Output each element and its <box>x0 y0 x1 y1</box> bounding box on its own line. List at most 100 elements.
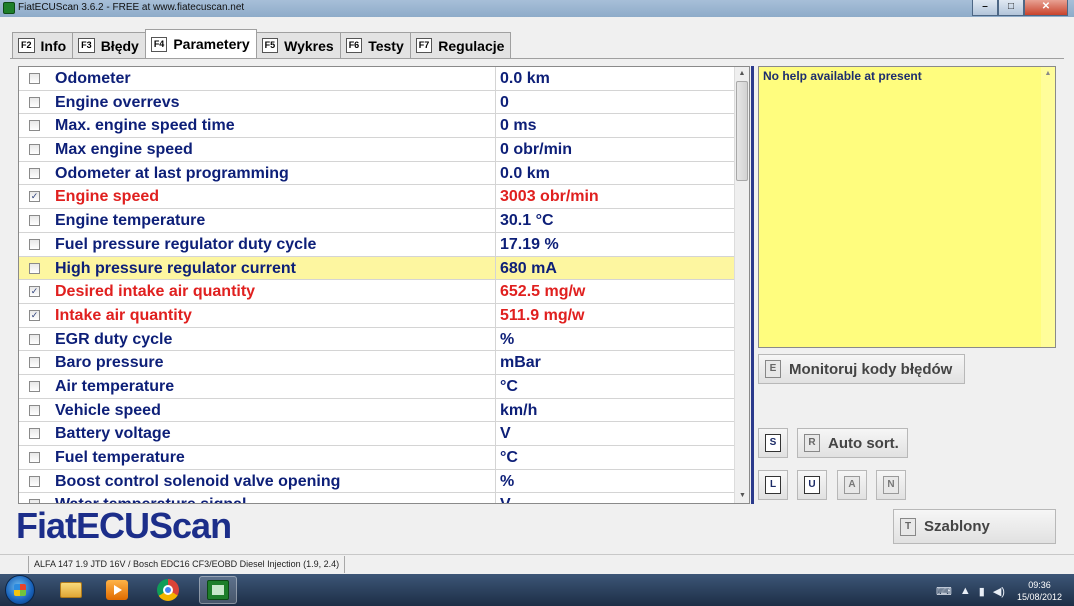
parameter-checkbox[interactable] <box>29 120 40 132</box>
parameter-checkbox[interactable] <box>29 238 40 250</box>
help-text: No help available at present <box>763 69 922 83</box>
a-button[interactable]: A <box>837 470 867 500</box>
minimize-button[interactable]: – <box>972 0 998 16</box>
app-icon <box>3 2 15 14</box>
s-button[interactable]: S <box>758 428 788 458</box>
parameter-checkbox[interactable]: ✓ <box>29 286 40 298</box>
monitor-error-codes-button[interactable]: E Monitoruj kody błędów <box>758 354 965 384</box>
parameter-row[interactable]: Air temperature °C <box>19 374 749 399</box>
parameter-row[interactable]: Engine temperature 30.1 °C <box>19 209 749 233</box>
parameter-name: Engine overrevs <box>55 93 180 111</box>
parameter-row[interactable]: ✓ Desired intake air quantity 652.5 mg/w <box>19 280 749 304</box>
tab-info[interactable]: F2 Info <box>12 32 74 58</box>
parameter-row[interactable]: Odometer at last programming 0.0 km <box>19 161 749 186</box>
parameter-row[interactable]: Baro pressure mBar <box>19 351 749 375</box>
parameter-name: Engine temperature <box>55 212 206 230</box>
key-hint: L <box>765 476 781 494</box>
u-button[interactable]: U <box>797 470 827 500</box>
parameter-name: Desired intake air quantity <box>55 283 256 301</box>
parameter-name: Water temperature signal <box>55 496 246 503</box>
help-box: No help available at present ▲ <box>758 66 1056 348</box>
parameter-checkbox[interactable] <box>29 452 40 463</box>
tab-tests[interactable]: F6 Testy <box>339 32 411 58</box>
window-controls: – □ ✕ <box>972 0 1068 16</box>
parameter-checkbox[interactable] <box>29 475 40 487</box>
system-tray: ⌨ ▲ ▮ ◀) 09:36 15/08/2012 <box>936 578 1062 604</box>
parameter-value: 652.5 mg/w <box>500 283 586 301</box>
parameter-row[interactable]: Max. engine speed time 0 ms <box>19 114 749 139</box>
parameter-checkbox[interactable]: ✓ <box>29 309 40 321</box>
parameter-checkbox[interactable] <box>29 404 40 416</box>
parameter-checkbox[interactable] <box>29 215 40 227</box>
tab-key: F6 <box>345 38 363 53</box>
parameter-checkbox[interactable] <box>29 499 40 503</box>
parameter-row[interactable]: Boost control solenoid valve opening % <box>19 469 749 494</box>
fiatecuscan-icon[interactable] <box>199 576 237 604</box>
parameter-checkbox[interactable] <box>29 380 40 392</box>
l-button[interactable]: L <box>758 470 788 500</box>
scroll-thumb[interactable] <box>736 81 748 181</box>
list-scrollbar[interactable]: ▲ ▼ <box>734 67 749 503</box>
network-icon[interactable]: ▮ <box>979 585 985 598</box>
tab-graph[interactable]: F5 Wykres <box>255 32 341 58</box>
parameter-row[interactable]: Water temperature signal V <box>19 493 749 503</box>
parameter-row[interactable]: High pressure regulator current 680 mA <box>19 256 749 281</box>
parameter-checkbox[interactable] <box>29 333 40 345</box>
parameter-row[interactable]: ✓ Intake air quantity 511.9 mg/w <box>19 303 749 328</box>
parameter-name: Max. engine speed time <box>55 117 235 135</box>
column-separator <box>495 209 496 232</box>
tab-adjustments[interactable]: F7 Regulacje <box>409 32 512 58</box>
parameter-value: 0 obr/min <box>500 141 573 159</box>
parameter-row[interactable]: Max engine speed 0 obr/min <box>19 138 749 162</box>
templates-button[interactable]: T Szablony <box>893 509 1056 544</box>
parameter-checkbox[interactable] <box>29 144 40 156</box>
key-hint: S <box>765 434 781 452</box>
close-button[interactable]: ✕ <box>1024 0 1068 16</box>
column-separator <box>495 398 496 422</box>
parameter-row[interactable]: Fuel pressure regulator duty cycle 17.19 … <box>19 232 749 257</box>
tab-label: Info <box>40 37 67 54</box>
parameter-value: V <box>500 496 511 503</box>
parameter-row[interactable]: Battery voltage V <box>19 422 749 446</box>
parameter-checkbox[interactable] <box>29 428 40 440</box>
parameter-checkbox[interactable] <box>29 96 40 108</box>
parameter-name: Engine speed <box>55 188 160 206</box>
folder-icon[interactable] <box>52 576 90 604</box>
parameter-row[interactable]: EGR duty cycle % <box>19 327 749 352</box>
parameter-name: Odometer at last programming <box>55 164 289 182</box>
parameter-checkbox[interactable] <box>29 262 40 274</box>
parameter-row[interactable]: Vehicle speed km/h <box>19 398 749 423</box>
parameter-checkbox[interactable] <box>29 357 40 369</box>
parameter-row[interactable]: ✓ Engine speed 3003 obr/min <box>19 185 749 210</box>
parameter-list[interactable]: Odometer 0.0 km Engine overrevs 0 Max. engin… <box>18 66 750 504</box>
help-scrollbar[interactable]: ▲ <box>1041 67 1055 347</box>
tab-parameters[interactable]: F4 Parametery <box>144 29 257 58</box>
show-hidden-icons-icon[interactable]: ▲ <box>960 585 971 597</box>
parameter-name: Battery voltage <box>55 425 171 443</box>
media-player-icon[interactable] <box>98 576 136 604</box>
start-orb-icon[interactable] <box>5 575 35 605</box>
tab-errors[interactable]: F3 Błędy <box>72 32 146 58</box>
parameter-row[interactable]: Fuel temperature °C <box>19 446 749 470</box>
volume-icon[interactable]: ◀) <box>993 585 1005 598</box>
button-label: Auto sort. <box>828 434 899 452</box>
n-button[interactable]: N <box>876 470 906 500</box>
help-scroll-up-icon[interactable]: ▲ <box>1041 67 1055 81</box>
parameter-checkbox[interactable] <box>29 73 40 84</box>
parameter-row[interactable]: Odometer 0.0 km <box>19 67 749 91</box>
parameter-checkbox[interactable] <box>29 167 40 179</box>
scroll-down-arrow-icon[interactable]: ▼ <box>735 489 749 503</box>
chrome-icon[interactable] <box>149 576 187 604</box>
column-separator <box>495 280 496 303</box>
maximize-button[interactable]: □ <box>998 0 1024 16</box>
keyboard-icon[interactable]: ⌨ <box>936 585 952 598</box>
clock[interactable]: 09:36 15/08/2012 <box>1017 579 1062 603</box>
taskbar: ⌨ ▲ ▮ ◀) 09:36 15/08/2012 <box>0 574 1074 606</box>
parameter-row[interactable]: Engine overrevs 0 <box>19 90 749 115</box>
parameter-checkbox[interactable]: ✓ <box>29 191 40 203</box>
scroll-up-arrow-icon[interactable]: ▲ <box>735 67 749 81</box>
auto-sort-button[interactable]: R Auto sort. <box>797 428 908 458</box>
panel-divider[interactable] <box>751 66 754 504</box>
tab-bar: F2 Info F3 Błędy F4 Parametery F5 Wykres… <box>12 29 512 58</box>
parameter-value: 0.0 km <box>500 164 550 182</box>
